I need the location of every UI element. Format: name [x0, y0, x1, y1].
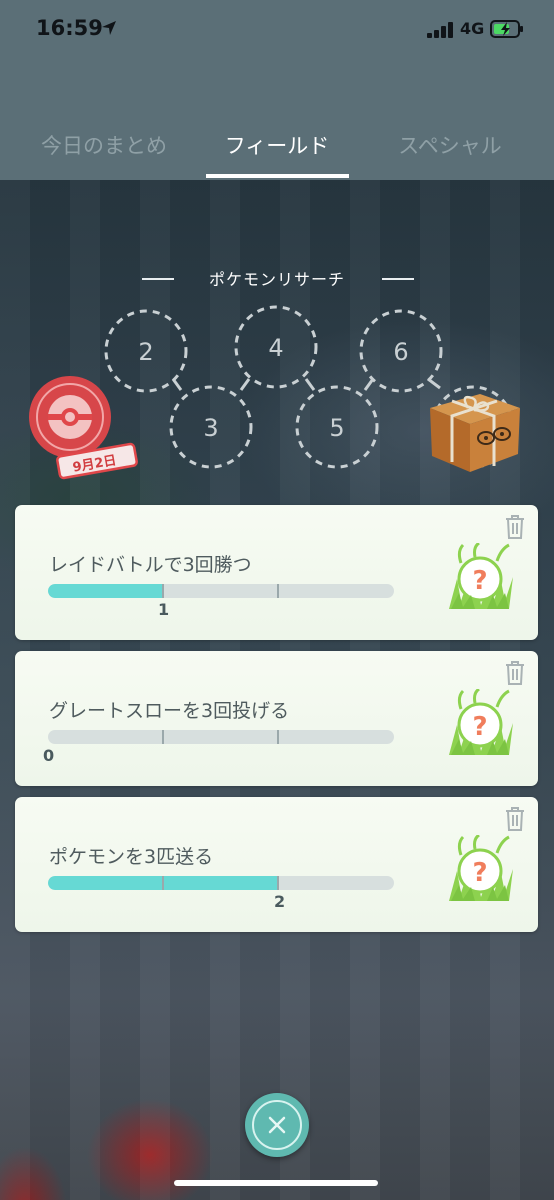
close-button[interactable]	[245, 1093, 309, 1157]
task-progress-fill	[48, 584, 163, 598]
progress-tick	[162, 876, 164, 890]
tab-today-summary[interactable]: 今日のまとめ	[14, 130, 194, 160]
stamp-number: 3	[203, 414, 218, 442]
completed-stamp-icon: 9月2日	[29, 376, 138, 480]
status-time: 16:59	[36, 16, 103, 40]
progress-tick	[277, 584, 279, 598]
stamp-number: 2	[138, 338, 153, 366]
network-type: 4G	[460, 19, 485, 38]
battery-charging-icon	[490, 20, 523, 38]
task-progress-bar	[48, 584, 394, 598]
cellular-signal-icon	[427, 22, 453, 38]
svg-text:?: ?	[472, 712, 487, 742]
stamp-connectors	[171, 377, 441, 391]
research-task-card[interactable]: ポケモンを3匹送る 2 ?	[15, 797, 538, 932]
task-title: グレートスローを3回投げる	[49, 700, 290, 722]
tab-field[interactable]: フィールド	[187, 130, 367, 160]
tab-special[interactable]: スペシャル	[360, 130, 540, 160]
task-progress-count: 0	[43, 746, 55, 765]
svg-text:?: ?	[472, 566, 487, 596]
task-title: ポケモンを3匹送る	[49, 846, 214, 868]
task-progress-bar	[48, 876, 394, 890]
task-progress-count: 1	[158, 600, 170, 619]
task-progress-bar	[48, 730, 394, 744]
progress-tick	[162, 730, 164, 744]
stamp-number: 6	[393, 338, 408, 366]
research-task-card[interactable]: レイドバトルで3回勝つ 1 ?	[15, 505, 538, 640]
progress-tick	[162, 584, 164, 598]
trash-icon[interactable]	[504, 660, 526, 686]
tab-selected-indicator	[206, 174, 349, 178]
research-task-card[interactable]: グレートスローを3回投げる 0 ?	[15, 651, 538, 786]
research-title: ポケモンリサーチ	[208, 270, 345, 289]
trash-icon[interactable]	[504, 514, 526, 540]
task-title: レイドバトルで3回勝つ	[49, 554, 252, 576]
mystery-encounter-reward-icon: ?	[449, 835, 513, 901]
progress-tick	[277, 876, 279, 890]
stamp-number: 4	[268, 334, 283, 362]
mystery-encounter-reward-icon: ?	[449, 689, 513, 755]
home-indicator[interactable]	[174, 1180, 378, 1186]
location-arrow-icon	[102, 21, 116, 35]
stamp-number: 5	[329, 414, 344, 442]
research-stamp-track: 2 3 4 5 6 9月2日	[29, 305, 520, 480]
status-bar: 16:59 4G	[0, 0, 554, 60]
title-divider-right	[382, 278, 414, 280]
reward-box-icon	[430, 394, 520, 472]
close-icon	[268, 1116, 286, 1134]
progress-tick	[277, 730, 279, 744]
task-progress-count: 2	[274, 892, 286, 911]
trash-icon[interactable]	[504, 806, 526, 832]
mystery-encounter-reward-icon: ?	[449, 543, 513, 609]
tab-bar: 今日のまとめ フィールド スペシャル	[0, 118, 554, 180]
svg-text:?: ?	[472, 858, 487, 888]
header: 16:59 4G 今日のまとめ フィールド スペシャル	[0, 0, 554, 180]
